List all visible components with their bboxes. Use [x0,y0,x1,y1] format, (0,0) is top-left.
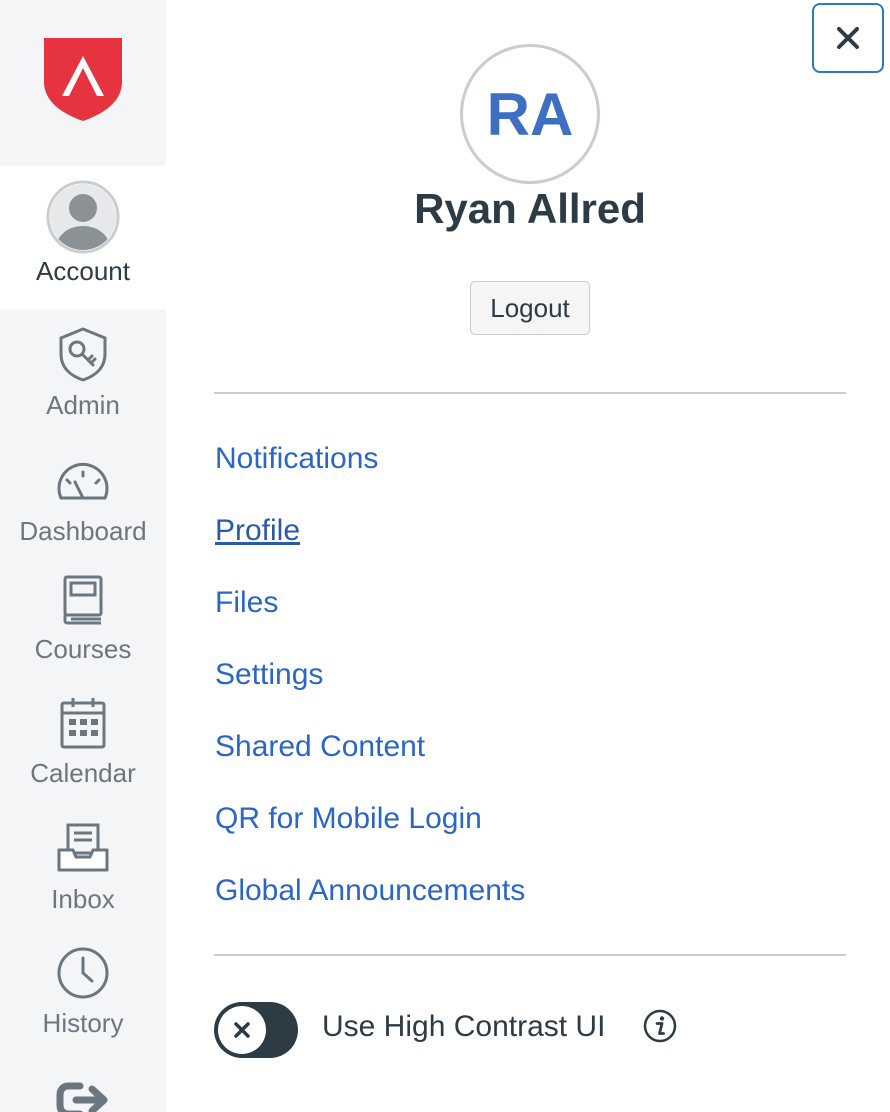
user-avatar: RA [460,44,600,184]
sidebar-item-account[interactable]: Account [0,166,166,310]
link-shared-content[interactable]: Shared Content [215,727,425,767]
divider [214,954,846,956]
clock-icon [57,947,109,999]
link-settings[interactable]: Settings [215,655,323,695]
toggle-knob [218,1006,266,1054]
sidebar-item-label: History [42,1008,124,1038]
sidebar-item-label: Admin [46,390,120,420]
sidebar-item-label: Courses [34,634,132,664]
user-name: Ryan Allred [414,185,646,232]
inbox-icon [57,823,109,872]
link-profile[interactable]: Profile [215,511,300,551]
high-contrast-toggle[interactable] [214,1002,298,1058]
sidebar-item-label: Calendar [30,758,136,788]
avatar-icon [46,180,120,254]
sidebar-item-calendar[interactable]: Calendar [0,696,166,788]
link-files[interactable]: Files [215,583,278,623]
sidebar-item-label: Account [36,256,130,286]
sidebar-item-label: Inbox [51,884,115,914]
book-icon [63,575,103,625]
global-nav-sidebar: Account Admin Dashboard Courses Calendar… [0,0,166,1112]
link-notifications[interactable]: Notifications [215,439,378,479]
speedometer-icon [57,462,109,500]
calendar-icon [60,698,106,749]
sidebar-item-courses[interactable]: Courses [0,574,166,664]
link-global-announcements[interactable]: Global Announcements [215,871,525,911]
sidebar-item-logout[interactable] [0,1078,166,1112]
x-icon [234,1022,250,1038]
info-icon[interactable] [643,1009,677,1043]
app: Account Admin Dashboard Courses Calendar… [0,0,890,1112]
instructure-shield-logo-icon [44,38,122,121]
high-contrast-label: Use High Contrast UI [322,1010,606,1043]
divider [214,392,846,394]
sidebar-item-dashboard[interactable]: Dashboard [0,460,166,546]
close-icon [837,27,859,49]
shield-key-icon [59,327,107,382]
close-tray-button[interactable] [812,3,884,73]
sidebar-item-label: Dashboard [19,516,147,546]
logout-button[interactable]: Logout [470,281,590,335]
sidebar-item-history[interactable]: History [0,946,166,1038]
logout-arrow-icon [56,1082,108,1112]
avatar-initials: RA [486,80,574,148]
sidebar-item-admin[interactable]: Admin [0,326,166,420]
brand-logo[interactable] [0,0,166,166]
sidebar-item-inbox[interactable]: Inbox [0,822,166,914]
link-qr-mobile-login[interactable]: QR for Mobile Login [215,799,482,839]
